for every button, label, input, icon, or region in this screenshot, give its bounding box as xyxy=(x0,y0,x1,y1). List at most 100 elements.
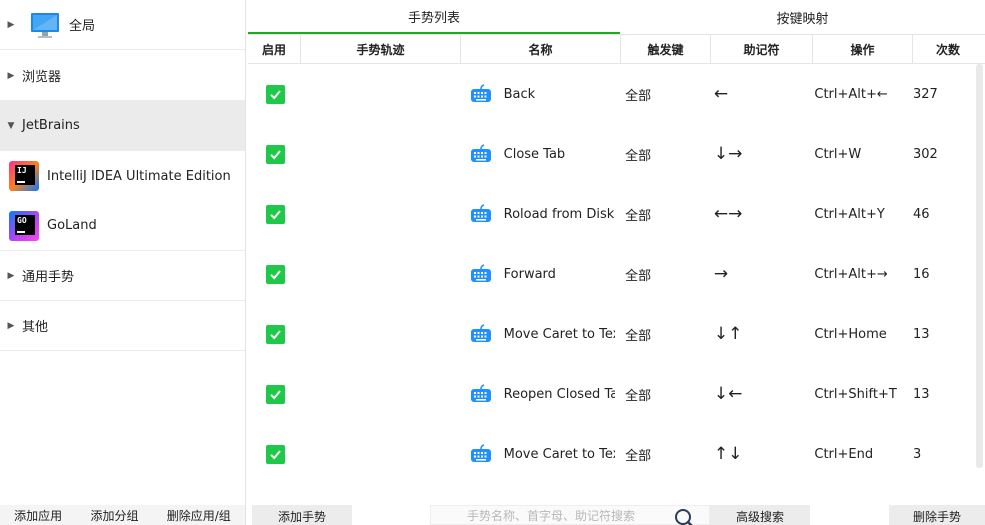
cell-name: Back xyxy=(458,64,615,124)
cell-name: Forward xyxy=(458,244,615,304)
usage-count: 327 xyxy=(912,86,938,102)
mnemonic-arrows: ↓→ xyxy=(713,144,743,164)
table-row[interactable]: Move Caret to Text Start 全部 ↓↑ Ctrl+Home 13 xyxy=(248,304,972,364)
sidebar-item-browser[interactable]: ▶ 浏览器 xyxy=(0,51,245,101)
expand-arrow-icon[interactable]: ▶ xyxy=(0,20,22,30)
cell-name: Roload from Disk xyxy=(458,184,615,244)
search-icon[interactable] xyxy=(674,508,696,525)
column-header-action[interactable]: 操作 xyxy=(813,35,913,63)
intellij-idea-icon: IJ xyxy=(9,161,39,191)
tab-key-mapping[interactable]: 按键映射 xyxy=(620,0,985,34)
enabled-checkbox[interactable] xyxy=(266,264,285,284)
sidebar-action-bar: 添加应用 添加分组 删除应用/组 xyxy=(0,505,245,525)
vertical-scrollbar[interactable] xyxy=(976,64,983,468)
cell-trajectory xyxy=(300,184,457,244)
add-gesture-button[interactable]: 添加手势 xyxy=(252,505,352,525)
cell-count: 13 xyxy=(903,364,972,424)
keyboard-icon xyxy=(470,144,491,162)
gesture-table-body: Back 全部 ← Ctrl+Alt+← 327 Close Tab 全部 ↓→ Ctrl+W 3… xyxy=(248,64,972,505)
expand-arrow-icon[interactable]: ▶ xyxy=(0,71,22,81)
enabled-checkbox[interactable] xyxy=(266,144,285,164)
delete-app-group-button[interactable]: 删除应用/组 xyxy=(167,507,231,524)
column-header-name[interactable]: 名称 xyxy=(461,35,621,63)
mnemonic-arrows: ←→ xyxy=(713,204,743,224)
sidebar-item-jetbrains[interactable]: ▼ JetBrains xyxy=(0,101,245,151)
keyboard-icon xyxy=(470,204,491,222)
cell-enabled xyxy=(248,184,300,244)
trigger-key: 全部 xyxy=(625,148,652,164)
usage-count: 13 xyxy=(912,386,930,402)
checkmark-icon xyxy=(270,209,281,219)
checkmark-icon xyxy=(270,329,281,339)
expand-arrow-icon[interactable]: ▶ xyxy=(0,321,22,331)
cell-name: Close Tab xyxy=(458,124,615,184)
cell-trajectory xyxy=(300,244,457,304)
tab-gesture-list[interactable]: 手势列表 xyxy=(248,0,620,34)
enabled-checkbox[interactable] xyxy=(266,324,285,344)
sidebar-app-intellij[interactable]: IJ IntelliJ IDEA Ultimate Edition xyxy=(0,151,245,201)
cell-mnemonic: ← xyxy=(704,64,805,124)
cell-mnemonic: ↑↓ xyxy=(704,424,805,484)
column-header-mnemonic[interactable]: 助记符 xyxy=(711,35,813,63)
enabled-checkbox[interactable] xyxy=(266,204,285,224)
enabled-checkbox[interactable] xyxy=(266,444,285,464)
cell-trigger: 全部 xyxy=(615,64,704,124)
table-row[interactable]: Close Tab 全部 ↓→ Ctrl+W 302 xyxy=(248,124,972,184)
usage-count: 46 xyxy=(912,206,930,222)
collapse-arrow-icon[interactable]: ▼ xyxy=(0,121,22,131)
search-input[interactable]: 手势名称、首字母、助记符搜索 xyxy=(430,505,710,525)
sidebar-item-global[interactable]: ▶ 全局 xyxy=(0,0,245,50)
cell-action: Ctrl+Alt+Y xyxy=(804,184,903,244)
shortcut-action: Ctrl+Alt+→ xyxy=(814,266,888,282)
cell-mnemonic: ↓← xyxy=(704,364,805,424)
add-group-button[interactable]: 添加分组 xyxy=(90,507,138,524)
keyboard-icon xyxy=(470,384,491,402)
cell-enabled xyxy=(248,364,300,424)
cell-action: Ctrl+Alt+← xyxy=(804,64,903,124)
checkmark-icon xyxy=(270,269,281,279)
advanced-search-button[interactable]: 高级搜索 xyxy=(710,505,810,525)
expand-arrow-icon[interactable]: ▶ xyxy=(0,271,22,281)
usage-count: 16 xyxy=(912,266,930,282)
table-row[interactable]: Move Caret to Text End 全部 ↑↓ Ctrl+End 3 xyxy=(248,424,972,484)
mnemonic-arrows: ↓← xyxy=(713,384,743,404)
table-row[interactable]: Back 全部 ← Ctrl+Alt+← 327 xyxy=(248,64,972,124)
table-row[interactable]: Roload from Disk 全部 ←→ Ctrl+Alt+Y 46 xyxy=(248,184,972,244)
enabled-checkbox[interactable] xyxy=(266,84,285,104)
column-header-count[interactable]: 次数 xyxy=(913,35,983,63)
app-group-sidebar: ▶ 全局 ▶ 浏览器 ▼ JetBrains IJ IntelliJ IDEA … xyxy=(0,0,246,525)
shortcut-action: Ctrl+End xyxy=(814,446,874,462)
checkmark-icon xyxy=(270,449,281,459)
column-header-trigger[interactable]: 触发键 xyxy=(621,35,711,63)
mnemonic-arrows: ← xyxy=(713,84,729,104)
enabled-checkbox[interactable] xyxy=(266,384,285,404)
usage-count: 302 xyxy=(912,146,938,162)
shortcut-action: Ctrl+Shift+T xyxy=(814,386,897,402)
sidebar-item-label: 通用手势 xyxy=(22,270,75,285)
cell-action: Ctrl+Home xyxy=(804,304,903,364)
table-row[interactable]: Reopen Closed Tab 全部 ↓← Ctrl+Shift+T 13 xyxy=(248,364,972,424)
sidebar-item-common-gestures[interactable]: ▶ 通用手势 xyxy=(0,251,245,301)
cell-name: Reopen Closed Tab xyxy=(458,364,615,424)
delete-gesture-button[interactable]: 删除手势 xyxy=(889,505,985,525)
cell-enabled xyxy=(248,304,300,364)
cell-mnemonic: ↓→ xyxy=(704,124,805,184)
cell-trigger: 全部 xyxy=(615,424,704,484)
mnemonic-arrows: ↓↑ xyxy=(713,324,743,344)
table-row[interactable]: Forward 全部 → Ctrl+Alt+→ 16 xyxy=(248,244,972,304)
mnemonic-arrows: ↑↓ xyxy=(713,444,743,464)
cell-trajectory xyxy=(300,304,457,364)
cell-mnemonic: ←→ xyxy=(704,184,805,244)
column-header-enabled[interactable]: 启用 xyxy=(248,35,301,63)
column-header-trajectory[interactable]: 手势轨迹 xyxy=(301,35,461,63)
cell-trajectory xyxy=(300,364,457,424)
shortcut-action: Ctrl+Alt+← xyxy=(814,86,888,102)
cell-mnemonic: ↓↑ xyxy=(704,304,805,364)
shortcut-action: Ctrl+Home xyxy=(814,326,887,342)
table-header: 启用 手势轨迹 名称 触发键 助记符 操作 次数 xyxy=(248,34,985,64)
sidebar-app-goland[interactable]: GO GoLand xyxy=(0,201,245,251)
sidebar-item-other[interactable]: ▶ 其他 xyxy=(0,301,245,351)
add-app-button[interactable]: 添加应用 xyxy=(14,507,62,524)
checkmark-icon xyxy=(270,149,281,159)
cell-trigger: 全部 xyxy=(615,184,704,244)
